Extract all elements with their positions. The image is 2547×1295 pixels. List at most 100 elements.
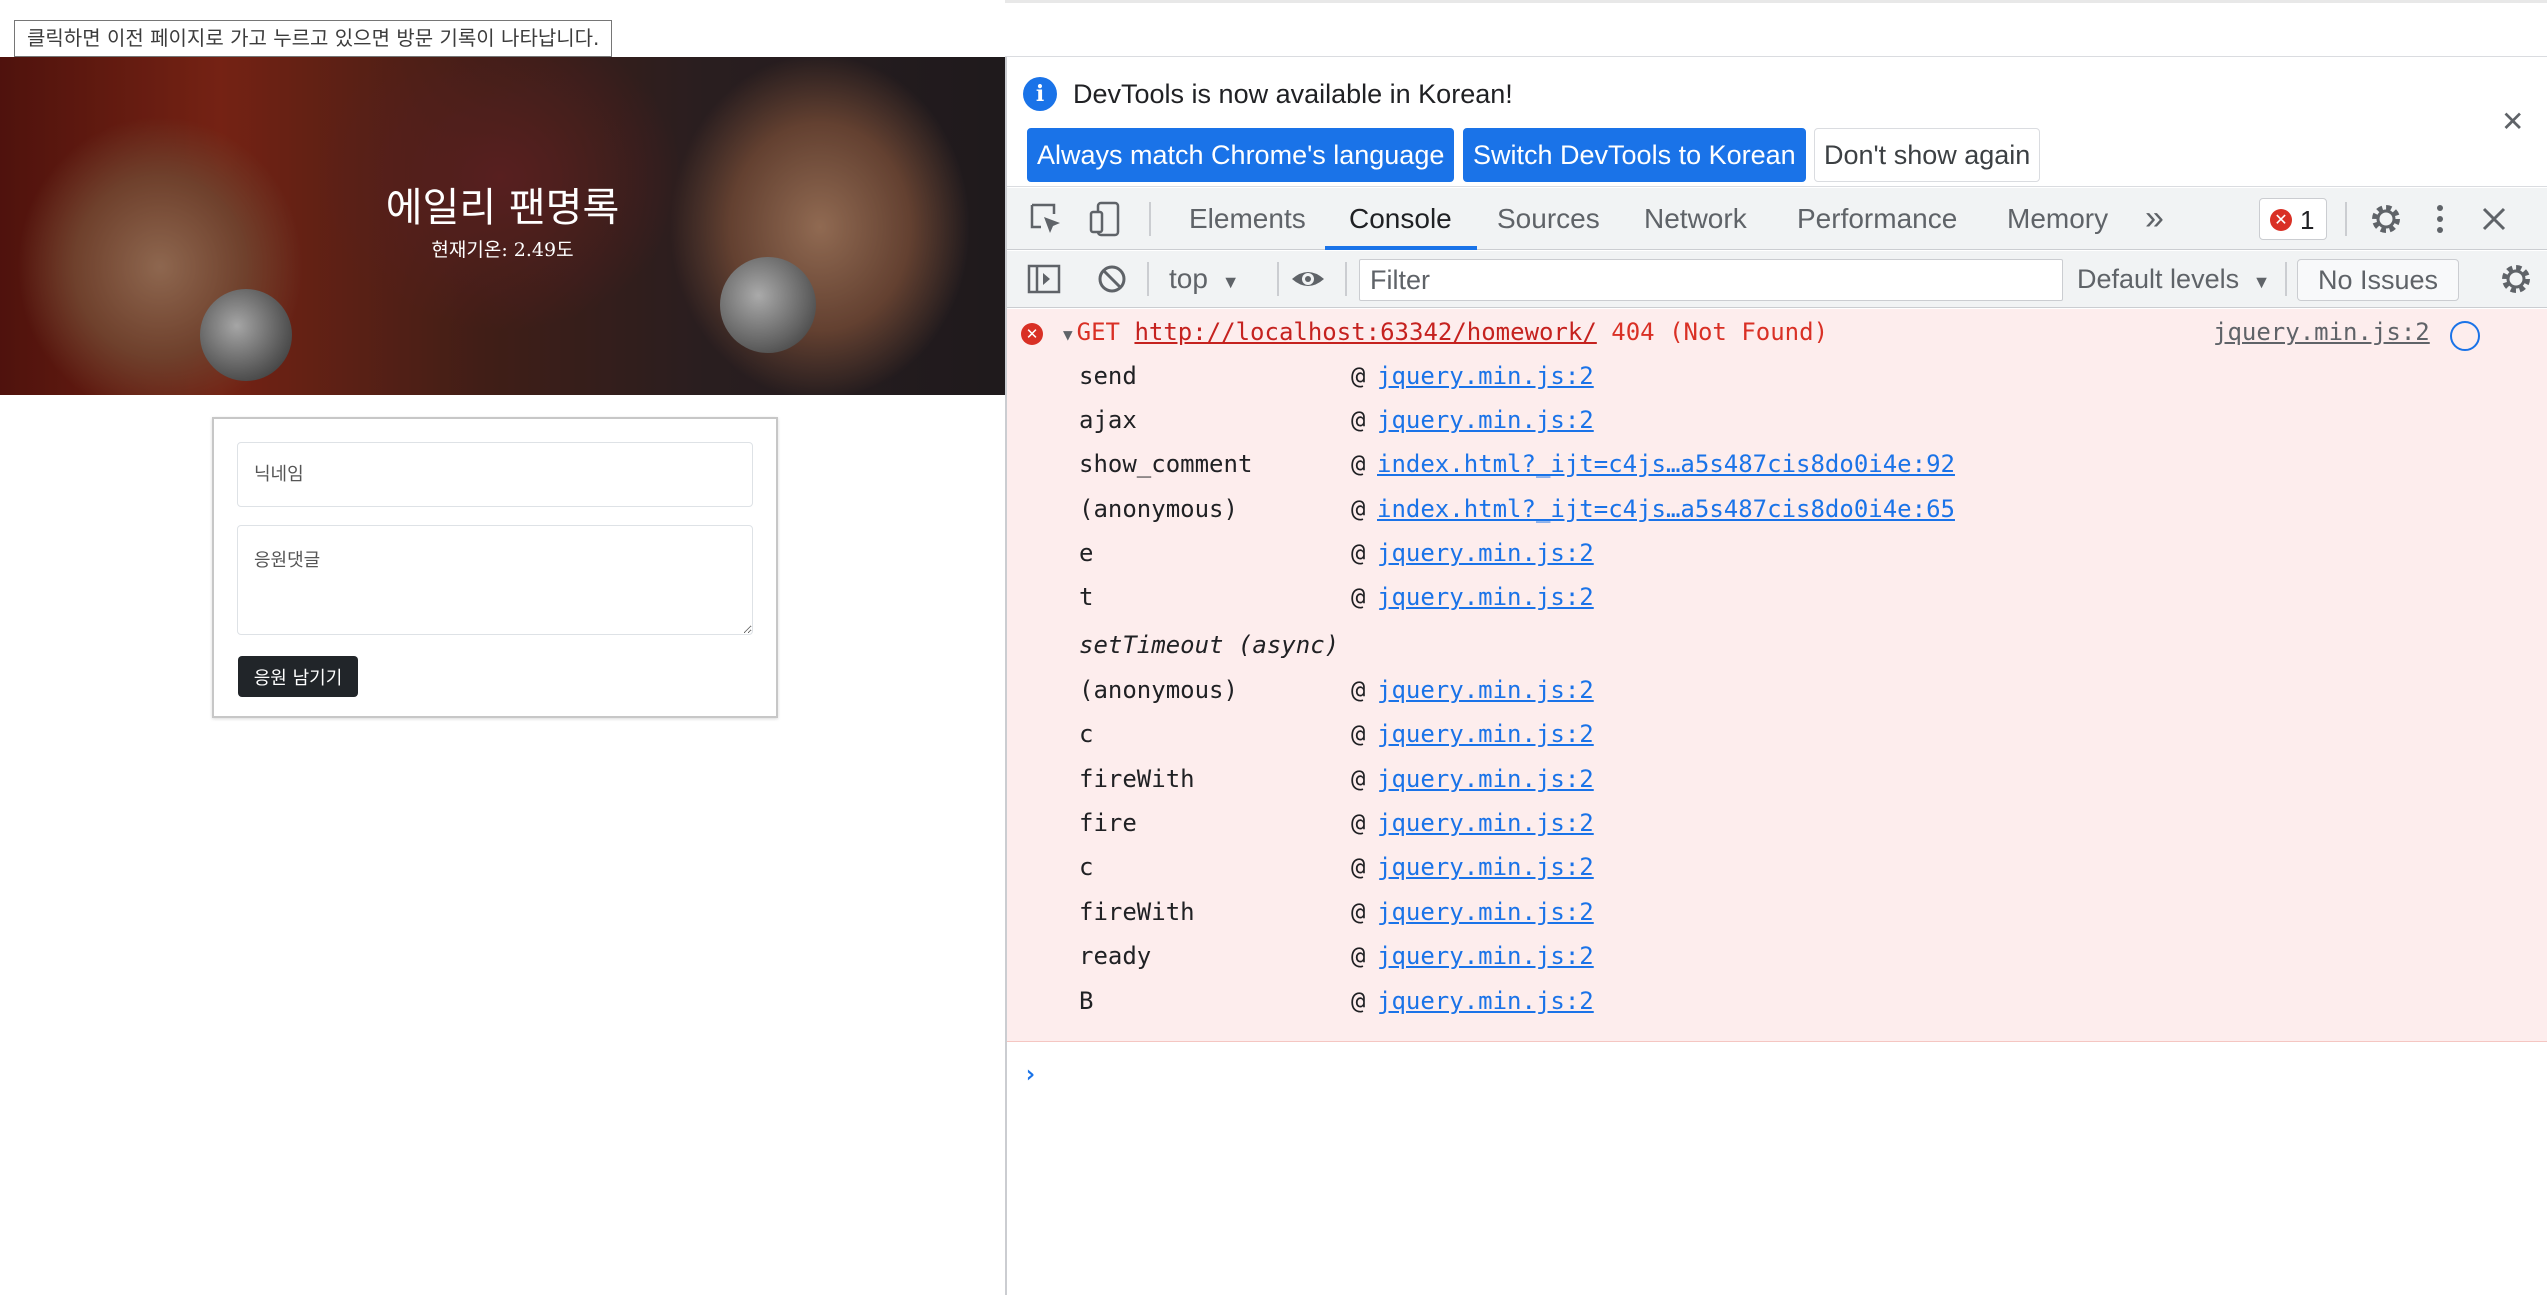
device-toolbar-icon[interactable]	[1087, 200, 1125, 238]
console-output: ✕ ▼ GET http://localhost:63342/homework/ …	[1007, 309, 2547, 1295]
toolbar-divider	[2285, 262, 2287, 296]
network-reveal-icon[interactable]	[2450, 321, 2480, 351]
comment-textarea[interactable]	[237, 525, 753, 635]
devtools-panel: i DevTools is now available in Korean! A…	[1005, 57, 2547, 1295]
stack-frame: show_comment @ index.html?_ijt=c4js…a5s487…	[1079, 447, 1955, 481]
error-source-link[interactable]: jquery.min.js:2	[2213, 315, 2430, 349]
context-select[interactable]: top ▼	[1169, 251, 1240, 307]
at-sign: @	[1351, 495, 1366, 523]
tab-sources[interactable]: Sources	[1497, 188, 1600, 249]
error-method: GET	[1076, 318, 1120, 346]
frame-location-link[interactable]: jquery.min.js:2	[1377, 895, 1594, 929]
frame-function: send	[1079, 362, 1137, 390]
frame-function: B	[1079, 987, 1094, 1015]
frame-location-link[interactable]: jquery.min.js:2	[1377, 403, 1594, 437]
frame-location-link[interactable]: jquery.min.js:2	[1377, 580, 1594, 614]
stack-frame: ajax @ jquery.min.js:2	[1079, 403, 1594, 437]
at-sign: @	[1351, 809, 1366, 837]
more-options-icon[interactable]	[2421, 200, 2459, 238]
console-filter-input[interactable]	[1359, 259, 2063, 301]
live-expression-eye-icon[interactable]	[1289, 260, 1327, 298]
at-sign: @	[1351, 406, 1366, 434]
frame-function: show_comment	[1079, 450, 1253, 478]
frame-function: fire	[1079, 809, 1137, 837]
frame-location-link[interactable]: index.html?_ijt=c4js…a5s487cis8do0i4e:65	[1377, 492, 1955, 526]
frame-function: (anonymous)	[1079, 495, 1238, 523]
frame-function: t	[1079, 583, 1094, 611]
tab-performance[interactable]: Performance	[1797, 188, 1957, 249]
frame-location-link[interactable]: index.html?_ijt=c4js…a5s487cis8do0i4e:92	[1377, 447, 1955, 481]
comment-form: 응원 남기기	[212, 417, 778, 718]
error-status: 404 (Not Found)	[1611, 318, 1829, 346]
toolbar-divider	[1345, 262, 1347, 296]
frame-function: e	[1079, 539, 1094, 567]
tab-console[interactable]: Console	[1349, 188, 1452, 249]
nickname-input[interactable]	[237, 442, 753, 507]
clear-console-icon[interactable]	[1093, 260, 1131, 298]
active-tab-indicator	[1325, 246, 1477, 250]
dropdown-arrow-icon: ▼	[1221, 272, 1240, 292]
info-icon: i	[1023, 77, 1057, 111]
stack-frame: e @ jquery.min.js:2	[1079, 536, 1594, 570]
error-summary[interactable]: ▼ GET http://localhost:63342/homework/ 40…	[1063, 315, 1828, 352]
error-url[interactable]: http://localhost:63342/homework/	[1134, 318, 1596, 346]
sidebar-toggle-icon[interactable]	[1025, 260, 1063, 298]
at-sign: @	[1351, 765, 1366, 793]
expand-triangle-icon[interactable]: ▼	[1063, 325, 1073, 344]
frame-function: ready	[1079, 942, 1152, 970]
tab-network[interactable]: Network	[1644, 188, 1747, 249]
inspect-element-icon[interactable]	[1027, 200, 1065, 238]
tab-elements[interactable]: Elements	[1189, 188, 1306, 249]
frame-location-link[interactable]: jquery.min.js:2	[1377, 984, 1594, 1018]
banner-image: 에일리 팬명록 현재기온: 2.49도	[0, 57, 1005, 395]
match-language-button[interactable]: Always match Chrome's language	[1027, 128, 1455, 182]
at-sign: @	[1351, 450, 1366, 478]
gear-icon[interactable]	[2367, 200, 2405, 238]
frame-location-link[interactable]: jquery.min.js:2	[1377, 762, 1594, 796]
frame-function: fireWith	[1079, 898, 1195, 926]
microphone-image	[200, 289, 292, 381]
at-sign: @	[1351, 720, 1366, 748]
submit-comment-button[interactable]: 응원 남기기	[238, 656, 358, 697]
frame-location-link[interactable]: jquery.min.js:2	[1377, 536, 1594, 570]
frame-location-link[interactable]: jquery.min.js:2	[1377, 850, 1594, 884]
issues-button[interactable]: No Issues	[2297, 259, 2460, 301]
at-sign: @	[1351, 539, 1366, 567]
back-button-tooltip: 클릭하면 이전 페이지로 가고 누르고 있으면 방문 기록이 나타납니다.	[14, 20, 613, 57]
error-count-badge[interactable]: ✕ 1	[2259, 198, 2327, 240]
frame-location-link[interactable]: jquery.min.js:2	[1377, 673, 1594, 707]
toolbar-divider	[2345, 202, 2347, 236]
stack-frame: fireWith @ jquery.min.js:2	[1079, 895, 1594, 929]
close-devtools-icon[interactable]	[2475, 200, 2513, 238]
at-sign: @	[1351, 898, 1366, 926]
frame-location-link[interactable]: jquery.min.js:2	[1377, 359, 1594, 393]
microphone-image	[720, 257, 816, 353]
more-tabs-icon[interactable]: »	[2145, 188, 2164, 249]
weather-text: 현재기온: 2.49도	[431, 239, 574, 261]
error-icon: ✕	[2270, 209, 2292, 231]
error-icon: ✕	[1021, 323, 1043, 345]
console-settings-gear-icon[interactable]	[2497, 260, 2535, 298]
switch-korean-button[interactable]: Switch DevTools to Korean	[1463, 128, 1806, 182]
stack-frame: send @ jquery.min.js:2	[1079, 359, 1594, 393]
close-icon[interactable]: ✕	[2501, 105, 2524, 139]
toolbar-divider	[1277, 262, 1279, 296]
infobar-message: DevTools is now available in Korean!	[1073, 79, 1513, 109]
at-sign: @	[1351, 676, 1366, 704]
stack-frame: B @ jquery.min.js:2	[1079, 984, 1594, 1018]
log-levels-select[interactable]: Default levels ▼	[2077, 251, 2270, 307]
dropdown-arrow-icon: ▼	[2252, 272, 2271, 292]
at-sign: @	[1351, 362, 1366, 390]
frame-location-link[interactable]: jquery.min.js:2	[1377, 806, 1594, 840]
stack-frame: (anonymous) @ index.html?_ijt=c4js…a5s487c…	[1079, 492, 1955, 526]
console-error-message: ✕ ▼ GET http://localhost:63342/homework/ …	[1007, 309, 2547, 1042]
stack-frame: fire @ jquery.min.js:2	[1079, 806, 1594, 840]
tab-memory[interactable]: Memory	[2007, 188, 2108, 249]
dont-show-again-button[interactable]: Don't show again	[1814, 128, 2041, 182]
frame-location-link[interactable]: jquery.min.js:2	[1377, 717, 1594, 751]
frame-location-link[interactable]: jquery.min.js:2	[1377, 939, 1594, 973]
page-viewport: 에일리 팬명록 현재기온: 2.49도 응원 남기기	[0, 0, 1005, 1295]
console-prompt[interactable]: ›	[1023, 1059, 1037, 1089]
stack-frame: c @ jquery.min.js:2	[1079, 717, 1594, 751]
toolbar-divider	[1147, 262, 1149, 296]
